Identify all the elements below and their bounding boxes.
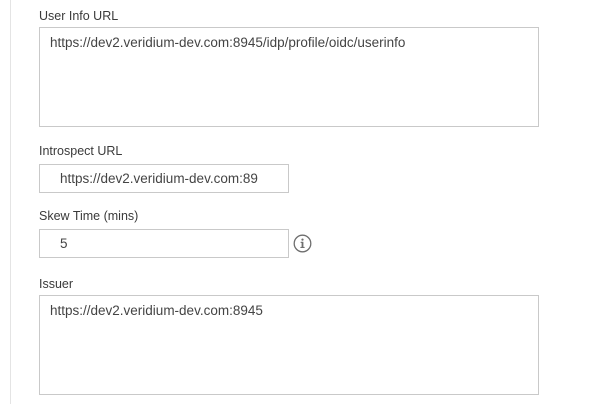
skew-time-field[interactable] — [39, 229, 289, 258]
skew-time-label: Skew Time (mins) — [39, 209, 139, 223]
introspect-url-label: Introspect URL — [39, 144, 123, 158]
user-info-url-field[interactable]: https://dev2.veridium-dev.com:8945/idp/p… — [39, 27, 539, 127]
panel-left-border — [10, 0, 11, 404]
issuer-field[interactable]: https://dev2.veridium-dev.com:8945 — [39, 295, 539, 395]
issuer-label: Issuer — [39, 277, 74, 291]
user-info-url-label: User Info URL — [39, 9, 119, 23]
info-circle-icon[interactable] — [293, 234, 312, 253]
introspect-url-field[interactable] — [39, 164, 289, 193]
